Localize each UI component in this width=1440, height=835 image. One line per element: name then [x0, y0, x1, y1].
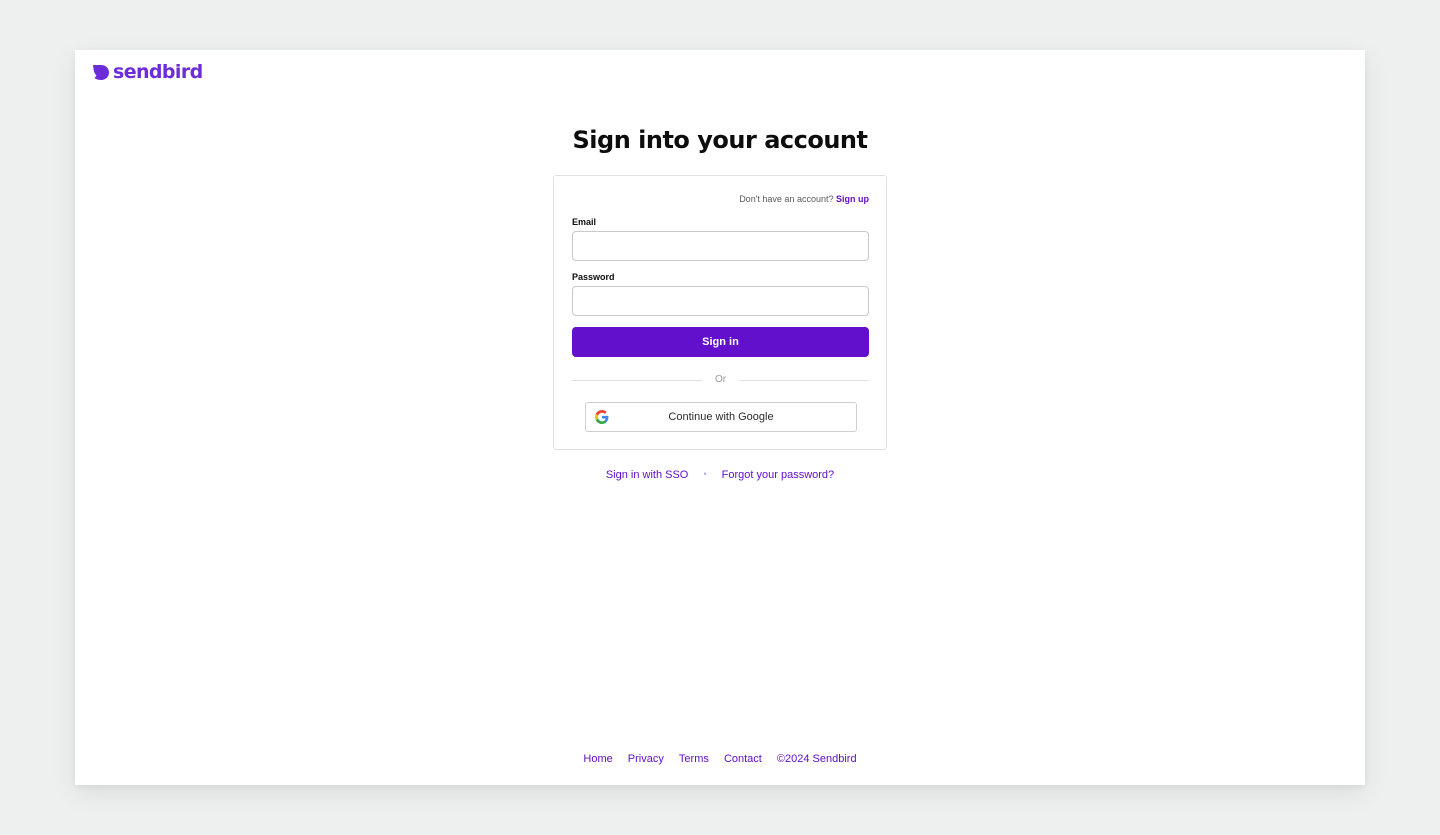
- google-button-label: Continue with Google: [668, 411, 774, 423]
- footer-link-privacy[interactable]: Privacy: [628, 753, 664, 765]
- forgot-password-link[interactable]: Forgot your password?: [722, 469, 835, 481]
- sign-in-button[interactable]: Sign in: [572, 327, 869, 357]
- email-label: Email: [572, 217, 597, 227]
- sign-in-with-sso-link[interactable]: Sign in with SSO: [606, 469, 689, 481]
- signin-card: Don't have an account? Sign up Email Pas…: [553, 175, 887, 450]
- browser-page: sendbird Sign into your account Don't ha…: [75, 50, 1365, 785]
- password-field[interactable]: [572, 286, 869, 316]
- footer-link-home[interactable]: Home: [583, 753, 612, 765]
- page-title: Sign into your account: [572, 126, 868, 154]
- divider-line-right: [739, 380, 869, 381]
- email-field[interactable]: [572, 231, 869, 261]
- sendbird-mark-icon: [93, 65, 109, 80]
- brand-name: sendbird: [113, 61, 203, 83]
- sendbird-logo[interactable]: sendbird: [92, 62, 203, 82]
- signup-link[interactable]: Sign up: [836, 194, 869, 204]
- signup-prompt-row: Don't have an account? Sign up: [739, 194, 869, 204]
- footer: Home Privacy Terms Contact ©2024 Sendbir…: [75, 753, 1365, 765]
- footer-copyright: ©2024 Sendbird: [776, 753, 857, 765]
- footer-link-terms[interactable]: Terms: [679, 753, 709, 765]
- google-icon: [595, 410, 609, 424]
- link-separator: •: [703, 469, 707, 479]
- or-divider: Or: [572, 374, 869, 386]
- footer-link-contact[interactable]: Contact: [724, 753, 762, 765]
- continue-with-google-button[interactable]: Continue with Google: [585, 402, 857, 432]
- signup-prompt: Don't have an account?: [739, 194, 834, 204]
- password-label: Password: [572, 272, 615, 282]
- auth-links-row: Sign in with SSO • Forgot your password?: [75, 469, 1365, 481]
